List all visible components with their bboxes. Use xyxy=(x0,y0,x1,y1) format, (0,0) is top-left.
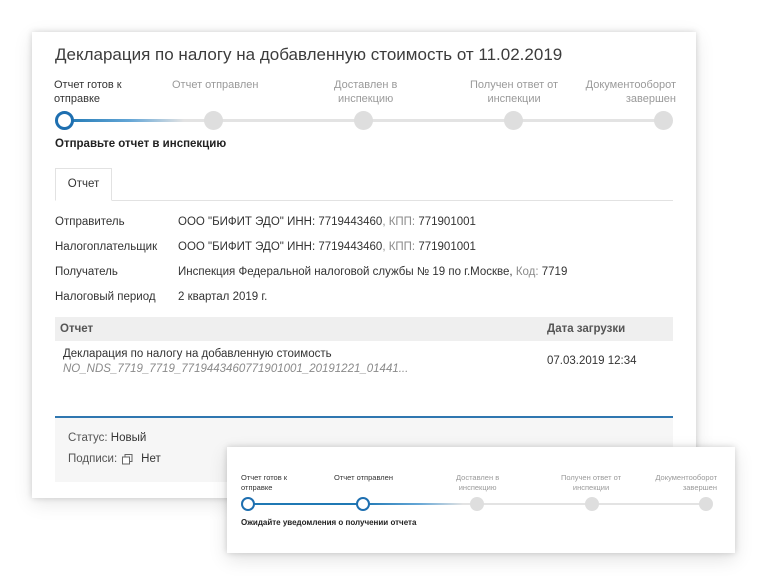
report-info: Отправитель ООО "БИФИТ ЭДО" ИНН: 7719443… xyxy=(55,216,675,316)
status-line: Статус: Новый xyxy=(68,432,147,444)
sender-label: Отправитель xyxy=(55,216,125,228)
payer-value: ООО "БИФИТ ЭДО" ИНН: 7719443460, КПП: 77… xyxy=(178,241,476,253)
upload-date: 07.03.2019 12:34 xyxy=(547,355,637,367)
step-node-answered xyxy=(504,111,523,130)
recipient-value: Инспекция Федеральной налоговой службы №… xyxy=(178,266,568,278)
step-hint: Отправьте отчет в инспекцию xyxy=(55,138,227,150)
column-header-date: Дата загрузки xyxy=(547,323,626,335)
step-node-finished xyxy=(654,111,673,130)
signatures-line: Подписи: Нет xyxy=(68,453,161,465)
info-row-sender: Отправитель ООО "БИФИТ ЭДО" ИНН: 7719443… xyxy=(55,216,675,241)
step-label-ready: Отчет готов к отправке xyxy=(54,79,122,105)
report-name: Декларация по налогу на добавленную стои… xyxy=(63,348,332,360)
status-value: Новый xyxy=(110,432,147,444)
popup-step-label-sent: Отчет отправлен xyxy=(334,473,393,482)
tab-report[interactable]: Отчет xyxy=(55,168,112,201)
popup-step-label-ready: Отчет готов к отправке xyxy=(241,473,288,492)
period-value: 2 квартал 2019 г. xyxy=(178,291,268,303)
table-row[interactable]: Декларация по налогу на добавленную стои… xyxy=(55,341,673,377)
tab-bar: Отчет xyxy=(55,168,673,201)
popup-progress-done xyxy=(248,503,363,505)
progress-stepper: Отчет готов к отправке Отчет отправлен Д… xyxy=(54,78,676,136)
popup-step-node-finished xyxy=(699,497,713,511)
column-header-report: Отчет xyxy=(60,323,94,335)
signatures-value: Нет xyxy=(141,453,161,465)
copy-icon[interactable] xyxy=(122,453,133,465)
info-row-payer: Налогоплательщик ООО "БИФИТ ЭДО" ИНН: 77… xyxy=(55,241,675,266)
report-table: Отчет Дата загрузки Декларация по налогу… xyxy=(55,317,673,377)
popup-step-node-answered xyxy=(585,497,599,511)
progress-fill xyxy=(64,119,184,122)
step-label-finished: Документооборот завершен xyxy=(585,79,676,105)
popup-step-label-answered: Получен ответ от инспекции xyxy=(561,473,622,492)
period-label: Налоговый период xyxy=(55,291,156,303)
info-row-recipient: Получатель Инспекция Федеральной налогов… xyxy=(55,266,675,291)
popup-step-node-ready xyxy=(241,497,255,511)
popup-step-label-delivered: Доставлен в инспекцию xyxy=(456,473,500,492)
popup-step-node-delivered xyxy=(470,497,484,511)
step-label-answered: Получен ответ от инспекции xyxy=(470,79,559,105)
popup-step-hint: Ожидайте уведомления о получении отчета xyxy=(241,518,417,527)
recipient-label: Получатель xyxy=(55,266,118,278)
step-node-delivered xyxy=(354,111,373,130)
page-title: Декларация по налогу на добавленную стои… xyxy=(55,45,563,64)
popup-stepper: Отчет готов к отправке Отчет отправлен Д… xyxy=(241,473,717,515)
popup-step-label-finished: Документооборот завершен xyxy=(655,473,717,492)
step-node-ready xyxy=(55,111,74,130)
payer-label: Налогоплательщик xyxy=(55,241,158,253)
popup-progress-fill xyxy=(363,503,463,505)
step-label-delivered: Доставлен в инспекцию xyxy=(334,79,398,105)
info-row-period: Налоговый период 2 квартал 2019 г. xyxy=(55,291,675,316)
sender-value: ООО "БИФИТ ЭДО" ИНН: 7719443460, КПП: 77… xyxy=(178,216,476,228)
declaration-card: Декларация по налогу на добавленную стои… xyxy=(32,32,696,498)
progress-popup: Отчет готов к отправке Отчет отправлен Д… xyxy=(227,447,735,553)
popup-step-node-sent xyxy=(356,497,370,511)
step-label-sent: Отчет отправлен xyxy=(172,79,259,91)
report-file-link[interactable]: NO_NDS_7719_7719_7719443460771901001_201… xyxy=(63,362,542,377)
report-cell: Декларация по налогу на добавленную стои… xyxy=(55,347,542,377)
step-node-sent xyxy=(204,111,223,130)
table-header: Отчет Дата загрузки xyxy=(55,317,673,341)
